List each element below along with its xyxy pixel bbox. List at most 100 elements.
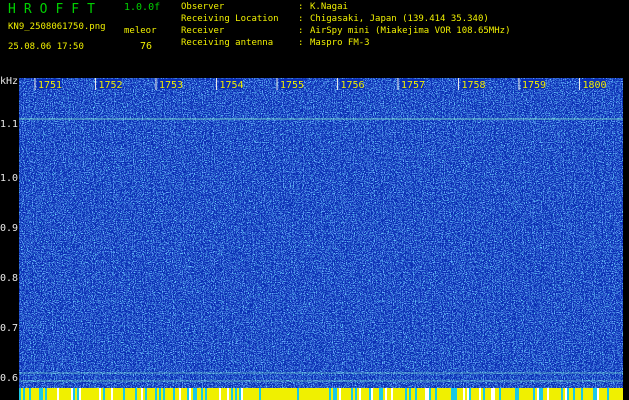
bottom-band-cell <box>553 388 555 400</box>
bottom-band-cell <box>603 388 605 400</box>
bottom-band-cell <box>307 388 309 400</box>
bottom-band-cell <box>81 388 83 400</box>
bottom-band-cell <box>93 388 95 400</box>
bottom-band-cell <box>145 388 147 400</box>
bottom-band-cell <box>143 388 145 400</box>
bottom-band-cell <box>47 388 49 400</box>
bottom-band-cell <box>591 388 593 400</box>
bottom-band-cell <box>301 388 303 400</box>
bottom-band-cell <box>57 388 59 400</box>
bottom-band-cell <box>615 388 617 400</box>
bottom-band-cell <box>417 388 419 400</box>
bottom-band-cell <box>595 388 597 400</box>
bottom-band-cell <box>65 388 67 400</box>
bottom-band-cell <box>429 388 431 400</box>
date-time: 25.08.06 17:50 <box>8 42 84 52</box>
bottom-band-cell <box>283 388 285 400</box>
bottom-band-cell <box>31 388 33 400</box>
freq-tick-label: 0.8 <box>0 273 19 284</box>
time-tick-label: 1757 <box>401 80 425 91</box>
bottom-band-cell <box>95 388 97 400</box>
bottom-band-cell <box>293 388 295 400</box>
bottom-band-cell <box>291 388 293 400</box>
bottom-band-cell <box>55 388 57 400</box>
bottom-band-cell <box>347 388 349 400</box>
bottom-band-cell <box>395 388 397 400</box>
bottom-band-cell <box>189 388 191 400</box>
bottom-band-cell <box>187 388 189 400</box>
bottom-band-cell <box>391 388 393 400</box>
frequency-unit-label: kHz <box>0 76 19 87</box>
bottom-band-cell <box>523 388 525 400</box>
bottom-band-cell <box>327 388 329 400</box>
bottom-band-cell <box>209 388 211 400</box>
bottom-band-cell <box>497 388 499 400</box>
bottom-band-cell <box>73 388 75 400</box>
bottom-band-cell <box>69 388 71 400</box>
bottom-band-cell <box>495 388 497 400</box>
bottom-band-cell <box>313 388 315 400</box>
bottom-band-cell <box>149 388 151 400</box>
bottom-band-cell <box>363 388 365 400</box>
bottom-band-cell <box>107 388 109 400</box>
bottom-band-cell <box>193 388 195 400</box>
bottom-band-cell <box>593 388 595 400</box>
bottom-band-cell <box>559 388 561 400</box>
bottom-band-cell <box>421 388 423 400</box>
bottom-band-cell <box>557 388 559 400</box>
bottom-band-cell <box>185 388 187 400</box>
bottom-band-cell <box>75 388 77 400</box>
time-tick-label: 1756 <box>341 80 365 91</box>
bottom-band-cell <box>215 388 217 400</box>
bottom-band-cell <box>255 388 257 400</box>
bottom-band-cell <box>573 388 575 400</box>
bottom-band-cell <box>243 388 245 400</box>
bottom-band-cell <box>561 388 563 400</box>
bottom-band-cell <box>505 388 507 400</box>
bottom-band-cell <box>41 388 43 400</box>
bottom-band-cell <box>195 388 197 400</box>
bottom-band-cell <box>507 388 509 400</box>
bottom-band-cell <box>511 388 513 400</box>
bottom-band-cell <box>199 388 201 400</box>
bottom-band-cell <box>597 388 599 400</box>
bottom-band-cell <box>617 388 619 400</box>
bottom-band-cell <box>129 388 131 400</box>
bottom-band-cell <box>281 388 283 400</box>
bottom-band-cell <box>135 388 137 400</box>
bottom-band-cell <box>361 388 363 400</box>
time-tick-label: 1752 <box>99 80 123 91</box>
file-name: KN9_2508061750.png <box>8 22 106 32</box>
bottom-band-cell <box>133 388 135 400</box>
bottom-band-cell <box>303 388 305 400</box>
bottom-band-cell <box>377 388 379 400</box>
bottom-band-cell <box>289 388 291 400</box>
bottom-band-cell <box>479 388 481 400</box>
bottom-band-cell <box>333 388 335 400</box>
bottom-band-cell <box>39 388 41 400</box>
bottom-band-cell <box>295 388 297 400</box>
bottom-band-cell <box>483 388 485 400</box>
bottom-band-cell <box>379 388 381 400</box>
time-tick-label: 1754 <box>220 80 244 91</box>
time-tick-label: 1800 <box>583 80 607 91</box>
bottom-band-cell <box>221 388 223 400</box>
bottom-band-cell <box>87 388 89 400</box>
bottom-band-cell <box>359 388 361 400</box>
bottom-band-cell <box>155 388 157 400</box>
bottom-band-cell <box>337 388 339 400</box>
bottom-band-cell <box>411 388 413 400</box>
bottom-band-cell <box>579 388 581 400</box>
bottom-band-cell <box>197 388 199 400</box>
bottom-band-cell <box>315 388 317 400</box>
bottom-band-cell <box>153 388 155 400</box>
meta-value-antenna: Maspro FM-3 <box>310 38 370 48</box>
bottom-band-cell <box>305 388 307 400</box>
bottom-band-cell <box>547 388 549 400</box>
app-title: HROFFT <box>8 2 103 17</box>
bottom-band-cell <box>499 388 501 400</box>
bottom-band-cell <box>453 388 455 400</box>
bottom-band-cell <box>589 388 591 400</box>
bottom-band-cell <box>425 388 427 400</box>
meta-value-location: Chigasaki, Japan (139.414 35.340) <box>310 14 489 24</box>
